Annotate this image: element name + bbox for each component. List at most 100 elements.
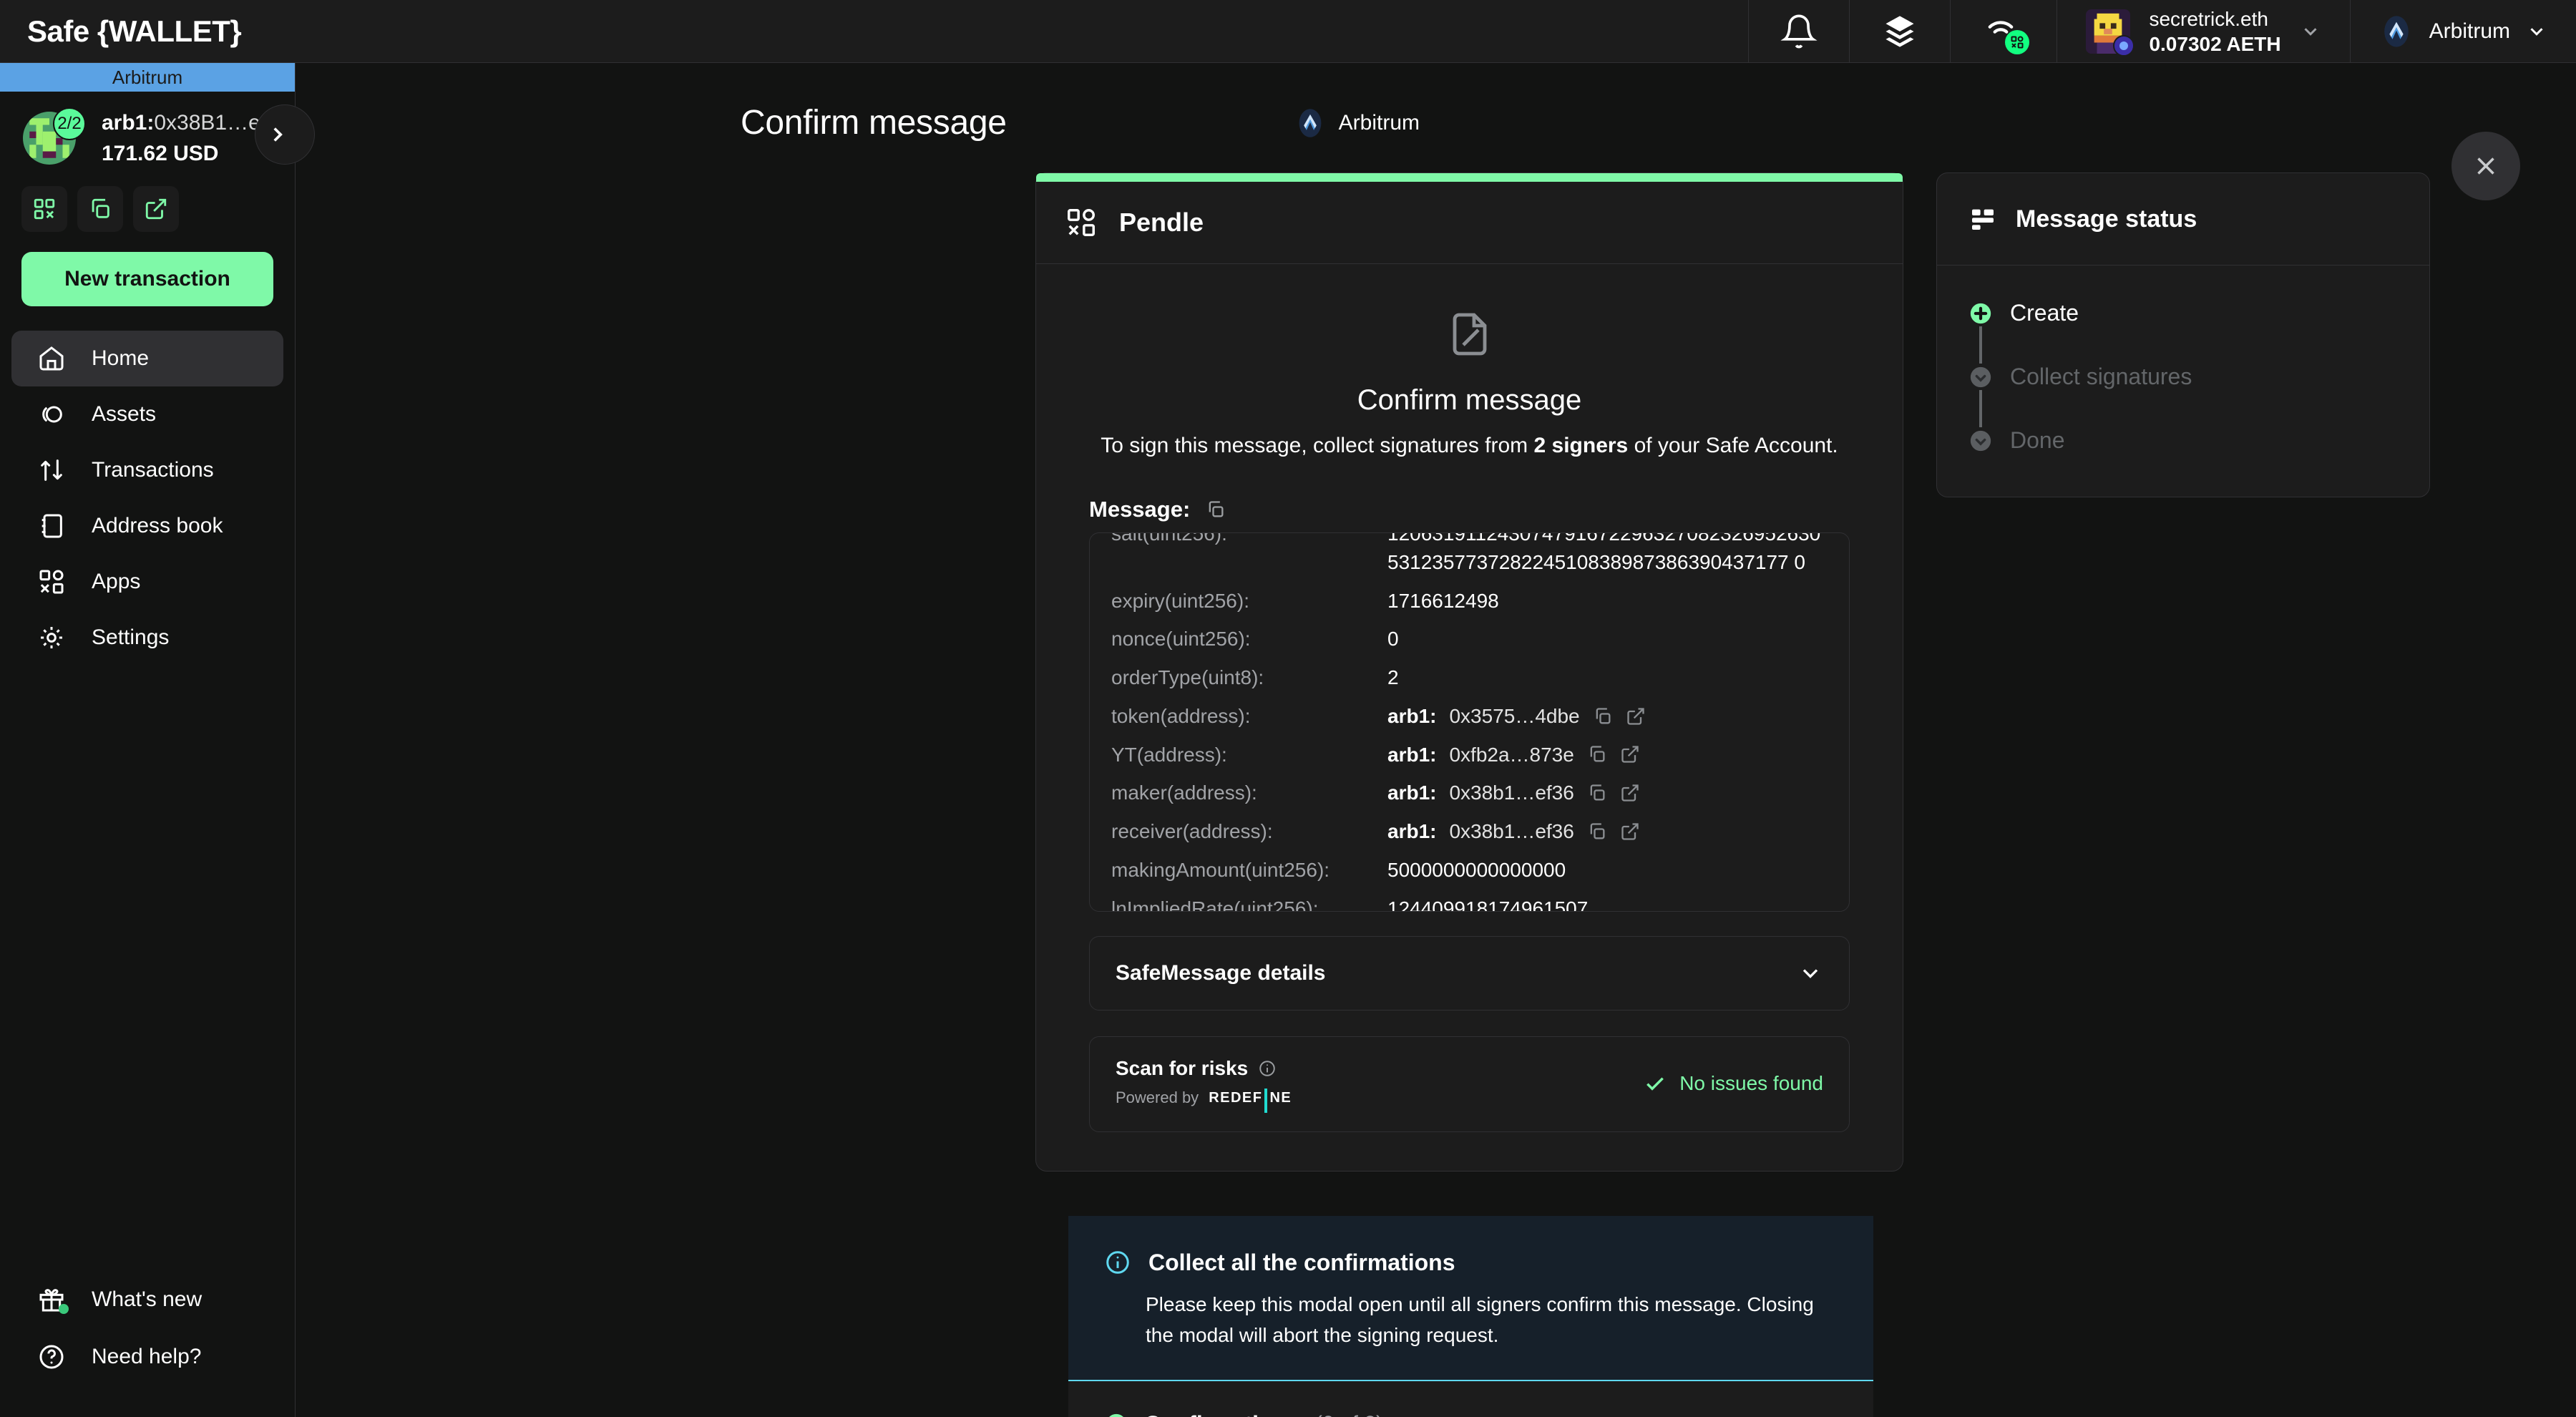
wallet-name: secretrick.eth	[2149, 7, 2268, 30]
address-prefix: arb1:	[1387, 743, 1437, 766]
param-value: 1206319112430747916722963270823269526305…	[1387, 532, 1821, 573]
param-value: arb1: 0xfb2a…873e	[1387, 741, 1828, 769]
sidebar-item-label: Need help?	[92, 1345, 202, 1368]
chevron-right-icon	[273, 127, 283, 142]
external-link-icon[interactable]	[1626, 706, 1646, 726]
qr-code-icon	[34, 198, 55, 220]
external-link-icon	[145, 198, 167, 220]
confirmations-panel: Confirmations (0 of 2)	[1068, 1381, 1873, 1417]
safe-quick-actions	[0, 172, 295, 232]
safemessage-details-label: SafeMessage details	[1116, 961, 1326, 985]
param-key: makingAmount(uint256):	[1111, 858, 1330, 881]
page-title: Confirm message	[741, 104, 1007, 142]
sidebar-item-apps[interactable]: Apps	[11, 554, 283, 610]
param-key: lnImpliedRate(uint256):	[1111, 897, 1319, 912]
copy-address-button[interactable]	[77, 186, 123, 232]
message-status-header: Message status	[1937, 173, 2429, 266]
safe-apps-button[interactable]	[1950, 0, 2057, 63]
status-step-connector	[1979, 390, 1982, 427]
safe-account-summary[interactable]: 2/2 arb1:0x38B1…ef36 171.62 USD	[0, 92, 315, 172]
sidebar-item-home[interactable]: Home	[11, 331, 283, 386]
scan-result-label: No issues found	[1679, 1072, 1823, 1094]
chevron-down-icon	[1802, 969, 1818, 978]
subtext-before: To sign this message, collect signatures…	[1101, 434, 1534, 457]
info-text: Please keep this modal open until all si…	[1146, 1293, 1814, 1347]
wallet-text: secretrick.eth 0.07302 AETH	[2149, 6, 2280, 57]
external-link-icon[interactable]	[1620, 822, 1640, 842]
close-modal-button[interactable]	[2451, 132, 2520, 200]
info-icon[interactable]	[1258, 1059, 1277, 1078]
redefine-logo: REDEF NE	[1209, 1086, 1292, 1113]
message-label: Message:	[1089, 497, 1191, 522]
copy-icon[interactable]	[1587, 783, 1607, 803]
status-step-label: Collect signatures	[2010, 364, 2192, 389]
param-row: receiver(address): arb1: 0x38b1…ef36	[1111, 812, 1828, 851]
sidebar-item-whats-new[interactable]: What's new	[11, 1271, 283, 1328]
copy-icon[interactable]	[1587, 822, 1607, 842]
close-icon	[2477, 157, 2494, 175]
confirmations-icon	[1109, 1414, 1123, 1417]
message-status-steps: Create Collect signatures Done	[1937, 266, 2429, 497]
info-header: Collect all the confirmations	[1104, 1249, 1838, 1276]
new-transaction-button[interactable]: New transaction	[21, 252, 273, 306]
block-explorer-button[interactable]	[133, 186, 179, 232]
sidebar-item-label: Transactions	[92, 458, 214, 482]
sidebar-item-assets[interactable]: Assets	[11, 386, 283, 442]
sidebar-item-label: Apps	[92, 570, 141, 593]
notifications-button[interactable]	[1748, 0, 1849, 63]
scan-title-row: Scan for risks	[1116, 1057, 1292, 1080]
subtext-after: of your Safe Account.	[1628, 434, 1838, 457]
param-value: 124409918174961507	[1387, 897, 1589, 912]
check-icon	[1646, 1077, 1664, 1091]
sidebar-item-transactions[interactable]: Transactions	[11, 442, 283, 498]
address-value: 0xfb2a…873e	[1449, 743, 1574, 766]
redefine-left: REDEF	[1209, 1089, 1263, 1106]
message-label-row: Message:	[1089, 497, 1850, 522]
chain-name: Arbitrum	[2429, 19, 2510, 43]
param-key: salt(uint256):	[1111, 532, 1227, 545]
address-value: 0x38b1…ef36	[1449, 781, 1574, 804]
wallet-button[interactable]: secretrick.eth 0.07302 AETH	[2057, 0, 2349, 63]
copy-message-icon[interactable]	[1206, 500, 1226, 520]
wallet-provider-badge	[2113, 34, 2135, 57]
apps-icon-wrap	[1982, 11, 2030, 54]
sidebar-item-address-book[interactable]: Address book	[11, 498, 283, 554]
copy-icon[interactable]	[1587, 744, 1607, 764]
batch-button[interactable]	[1849, 0, 1950, 63]
gift-icon-wrap	[37, 1285, 69, 1314]
param-value: arb1: 0x38b1…ef36	[1387, 817, 1828, 846]
confirmations-count: (0 of 2)	[1315, 1412, 1383, 1417]
redefine-right: NE	[1269, 1089, 1292, 1106]
sidebar-footer: What's new Need help?	[0, 1271, 295, 1386]
message-params-box[interactable]: salt(uint256): 1206319112430747916722963…	[1089, 532, 1850, 912]
content-columns: Pendle Confirm message To sign this mess…	[296, 142, 2576, 1172]
confirmations-header: Confirmations (0 of 2)	[1104, 1411, 1838, 1417]
qr-code-button[interactable]	[21, 186, 67, 232]
sidebar-item-need-help[interactable]: Need help?	[11, 1328, 283, 1386]
param-row: orderType(uint8): 2	[1111, 658, 1828, 697]
external-link-icon[interactable]	[1620, 744, 1640, 764]
message-status-card: Message status Create Collect signatures	[1936, 172, 2430, 497]
status-step-label: Create	[2010, 300, 2079, 326]
page-chain-indicator: Arbitrum	[1294, 107, 1420, 139]
external-link-icon[interactable]	[1620, 783, 1640, 803]
param-row: token(address): arb1: 0x3575…4dbe	[1111, 697, 1828, 736]
help-icon	[39, 1345, 64, 1369]
collect-confirmations-info: Collect all the confirmations Please kee…	[1068, 1216, 1873, 1381]
copy-icon[interactable]	[1593, 706, 1613, 726]
layers-icon	[1885, 15, 1914, 47]
chain-selector[interactable]: Arbitrum	[2349, 0, 2576, 63]
sidebar-item-settings[interactable]: Settings	[11, 610, 283, 666]
chevron-down-icon	[2304, 27, 2317, 36]
param-value: arb1: 0x3575…4dbe	[1387, 702, 1828, 731]
info-title: Collect all the confirmations	[1148, 1249, 1455, 1275]
scan-title: Scan for risks	[1116, 1057, 1249, 1079]
step-collect-icon	[1970, 366, 1991, 387]
safemessage-details-accordion[interactable]: SafeMessage details	[1089, 936, 1850, 1011]
wallet-provider-icon	[2119, 41, 2129, 50]
address-prefix: arb1:	[1387, 820, 1437, 842]
step-done-icon	[1970, 430, 1991, 451]
safe-identicon: 2/2	[23, 107, 86, 165]
param-key: receiver(address):	[1111, 820, 1273, 842]
subtext-signers: 2 signers	[1533, 434, 1629, 457]
